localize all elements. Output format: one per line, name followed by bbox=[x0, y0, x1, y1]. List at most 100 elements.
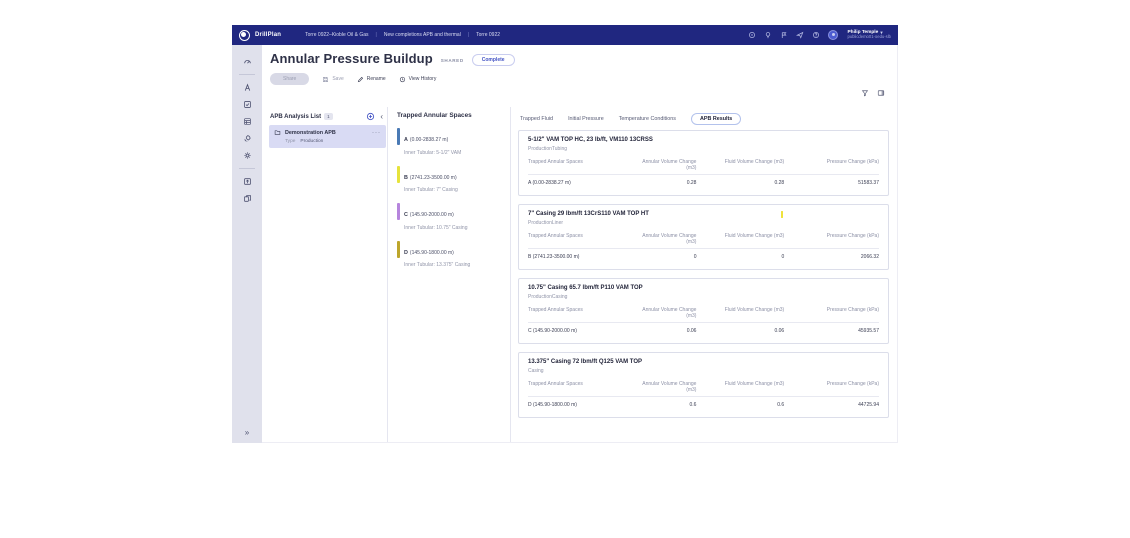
export-report-icon[interactable] bbox=[243, 177, 252, 186]
annular-space-item-a[interactable]: A(0.00-2838.27 m) Inner Tubular: 5-1/2" … bbox=[397, 128, 501, 156]
space-range: (0.00-2838.27 m) bbox=[410, 137, 448, 143]
cell-pressure-change: 51583.37 bbox=[784, 180, 879, 186]
space-color-bar bbox=[397, 166, 400, 183]
breadcrumb: Torre 0922–Kioble Oil & Gas | New comple… bbox=[305, 32, 500, 38]
annular-space-item-d[interactable]: D(145.90-1800.00 m) Inner Tubular: 13.37… bbox=[397, 241, 501, 269]
panel-layout-icon[interactable] bbox=[877, 89, 885, 97]
space-inner-tubular: Inner Tubular: 10.75" Casing bbox=[404, 225, 467, 231]
sidebar-divider bbox=[239, 168, 255, 169]
result-card-title: 5-1/2" VAM TOP HC, 23 lb/ft, VM110 13CRS… bbox=[528, 137, 879, 143]
page-title: Annular Pressure Buildup bbox=[270, 51, 433, 66]
add-analysis-icon[interactable] bbox=[366, 112, 375, 121]
col-fluid-volume: Fluid Volume Change (m3) bbox=[696, 233, 784, 245]
more-options-icon[interactable]: ··· bbox=[372, 130, 381, 136]
tab-initial-pressure[interactable]: Initial Pressure bbox=[568, 114, 604, 124]
tab-trapped-fluid[interactable]: Trapped Fluid bbox=[520, 114, 553, 124]
analysis-list-title: APB Analysis List bbox=[270, 114, 321, 120]
left-sidebar: » bbox=[232, 45, 262, 443]
space-inner-tubular: Inner Tubular: 5-1/2" VAM bbox=[404, 150, 461, 156]
table-header: Trapped Annular Spaces Annular Volume Ch… bbox=[528, 159, 879, 175]
expand-sidebar-icon[interactable]: » bbox=[245, 428, 249, 437]
col-annular-volume: Annular Volume Change (m3) bbox=[633, 233, 696, 245]
breadcrumb-project[interactable]: Torre 0922–Kioble Oil & Gas bbox=[305, 32, 368, 38]
help-icon[interactable] bbox=[812, 31, 820, 39]
col-fluid-volume: Fluid Volume Change (m3) bbox=[696, 307, 784, 319]
col-fluid-volume: Fluid Volume Change (m3) bbox=[696, 159, 784, 171]
connection-status-icon[interactable] bbox=[796, 31, 804, 39]
annular-space-item-c[interactable]: C(145.90-2000.00 m) Inner Tubular: 10.75… bbox=[397, 203, 501, 231]
activity-icon[interactable] bbox=[748, 31, 756, 39]
col-fluid-volume: Fluid Volume Change (m3) bbox=[696, 381, 784, 393]
analysis-count-badge: 1 bbox=[324, 113, 333, 120]
space-range: (2741.23-3500.00 m) bbox=[410, 175, 457, 181]
view-history-button[interactable]: View History bbox=[399, 76, 437, 83]
cell-annular-volume: 0 bbox=[633, 254, 696, 260]
cell-annular-volume: 0.06 bbox=[633, 328, 696, 334]
dashboard-gauge-icon[interactable] bbox=[243, 57, 252, 66]
drillplan-window: DrillPlan Torre 0922–Kioble Oil & Gas | … bbox=[232, 25, 898, 443]
save-button[interactable]: Save bbox=[322, 76, 343, 83]
col-trapped-spaces: Trapped Annular Spaces bbox=[528, 159, 633, 171]
activity-plan-icon[interactable] bbox=[243, 134, 252, 143]
highlight-marker bbox=[781, 211, 783, 218]
breadcrumb-separator: | bbox=[468, 32, 469, 38]
space-color-bar bbox=[397, 128, 400, 145]
space-inner-tubular: Inner Tubular: 13.375" Casing bbox=[404, 262, 470, 268]
table-header: Trapped Annular Spaces Annular Volume Ch… bbox=[528, 381, 879, 397]
cell-pressure-change: 45935.57 bbox=[784, 328, 879, 334]
well-design-icon[interactable] bbox=[243, 83, 252, 92]
results-panel: Trapped Fluid Initial Pressure Temperatu… bbox=[511, 107, 897, 442]
analysis-name: Demonstration APB bbox=[285, 130, 368, 136]
result-card-subtitle: ProductionCasing bbox=[528, 294, 879, 300]
cell-annular-volume: 0.6 bbox=[633, 402, 696, 408]
result-card-title: 10.75" Casing 65.7 lbm/ft P110 VAM TOP bbox=[528, 285, 879, 291]
save-icon bbox=[322, 76, 329, 83]
cell-space: B (2741.23-3500.00 m) bbox=[528, 254, 633, 260]
share-button[interactable]: Share bbox=[270, 73, 309, 85]
save-label: Save bbox=[332, 76, 343, 82]
cell-pressure-change: 44725.94 bbox=[784, 402, 879, 408]
top-bar: DrillPlan Torre 0922–Kioble Oil & Gas | … bbox=[232, 25, 898, 45]
user-menu[interactable]: Philip Temple ▾ publicdemo01-oedu-slb bbox=[847, 30, 891, 40]
cell-fluid-volume: 0.6 bbox=[696, 402, 784, 408]
status-complete-badge[interactable]: Complete bbox=[472, 54, 515, 66]
col-pressure-change: Pressure Change (kPa) bbox=[784, 307, 879, 319]
space-inner-tubular: Inner Tubular: 7" Casing bbox=[404, 187, 458, 193]
user-avatar[interactable] bbox=[828, 30, 838, 40]
analysis-list-item[interactable]: Demonstration APB ··· Type Production bbox=[269, 125, 386, 148]
sidebar-divider bbox=[239, 74, 255, 75]
tab-apb-results[interactable]: APB Results bbox=[691, 113, 741, 125]
rename-button[interactable]: Rename bbox=[357, 76, 386, 83]
cell-annular-volume: 0.28 bbox=[633, 180, 696, 186]
col-annular-volume: Annular Volume Change (m3) bbox=[633, 381, 696, 393]
result-card-subtitle: Casing bbox=[528, 368, 879, 374]
result-card-subtitle: ProductionTubing bbox=[528, 146, 879, 152]
table-header: Trapped Annular Spaces Annular Volume Ch… bbox=[528, 307, 879, 323]
filter-icon[interactable] bbox=[861, 89, 869, 97]
data-table-icon[interactable] bbox=[243, 117, 252, 126]
action-toolbar: Share Save Rename View History bbox=[270, 73, 887, 85]
whats-new-flag-icon[interactable] bbox=[780, 31, 788, 39]
content-area: APB Analysis List 1 ‹ Demonstration APB bbox=[262, 107, 897, 442]
breadcrumb-plan[interactable]: New completions APB and thermal bbox=[384, 32, 461, 38]
idea-lightbulb-icon[interactable] bbox=[764, 31, 772, 39]
clock-icon bbox=[399, 76, 406, 83]
cell-space: D (145.90-1800.00 m) bbox=[528, 402, 633, 408]
compare-versions-icon[interactable] bbox=[243, 194, 252, 203]
table-row: A (0.00-2838.27 m) 0.28 0.28 51583.37 bbox=[528, 175, 879, 186]
app-name: DrillPlan bbox=[255, 32, 281, 38]
view-tools bbox=[861, 89, 885, 97]
space-letter: B bbox=[404, 175, 408, 181]
space-letter: A bbox=[404, 137, 408, 143]
collapse-panel-icon[interactable]: ‹ bbox=[378, 113, 385, 121]
tasks-checklist-icon[interactable] bbox=[243, 100, 252, 109]
settings-gear-icon[interactable] bbox=[243, 151, 252, 160]
col-annular-volume: Annular Volume Change (m3) bbox=[633, 159, 696, 171]
drillplan-logo-icon bbox=[239, 30, 250, 41]
annular-space-item-b[interactable]: B(2741.23-3500.00 m) Inner Tubular: 7" C… bbox=[397, 166, 501, 194]
breadcrumb-well[interactable]: Torre 0922 bbox=[476, 32, 500, 38]
col-trapped-spaces: Trapped Annular Spaces bbox=[528, 307, 633, 319]
cell-fluid-volume: 0.28 bbox=[696, 180, 784, 186]
tab-temperature-conditions[interactable]: Temperature Conditions bbox=[619, 114, 676, 124]
cell-fluid-volume: 0.06 bbox=[696, 328, 784, 334]
